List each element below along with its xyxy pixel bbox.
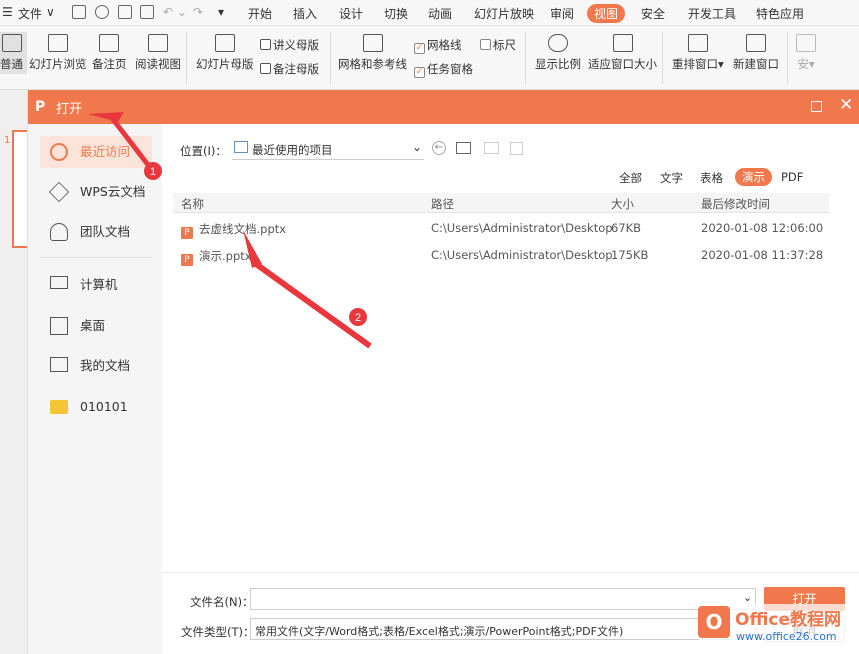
- arrow-2-shaft: [254, 261, 372, 349]
- office-logo-icon: O: [698, 606, 730, 638]
- arrow-1-head: [88, 112, 124, 122]
- watermark: O Office教程网 www.office26.com: [698, 604, 859, 654]
- watermark-brand: Office教程网: [735, 610, 842, 630]
- marker-1-label: 1: [150, 166, 156, 178]
- marker-2-label: 2: [355, 312, 361, 324]
- annotation-overlay: 1 2: [88, 112, 372, 349]
- arrow-1-shaft: [110, 116, 154, 172]
- watermark-url: www.office26.com: [736, 630, 837, 643]
- arrow-2-head: [243, 230, 262, 268]
